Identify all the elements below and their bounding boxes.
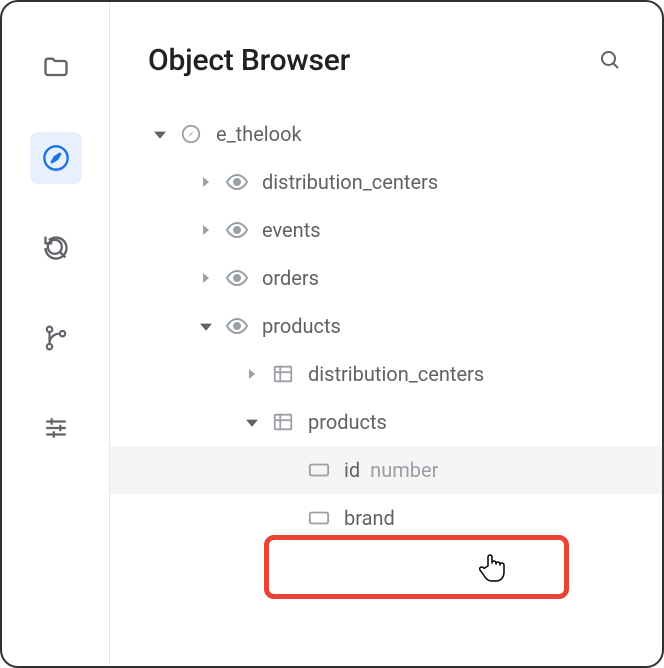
compass-icon [42, 144, 70, 172]
eye-icon [224, 266, 250, 290]
arrow-right-icon [198, 176, 214, 188]
side-rail [2, 2, 110, 666]
eye-icon [224, 170, 250, 194]
tree-node-view[interactable]: products [110, 302, 662, 350]
tree-node-table[interactable]: distribution_centers [110, 350, 662, 398]
history-icon [42, 234, 70, 262]
arrow-right-icon [198, 272, 214, 284]
search-button[interactable] [592, 42, 628, 78]
folder-icon [42, 54, 70, 82]
eye-icon [224, 314, 250, 338]
table-icon [270, 411, 296, 433]
main-panel: Object Browser e_thelook [110, 2, 662, 666]
tree-node-table[interactable]: products [110, 398, 662, 446]
compass-item-icon [178, 123, 204, 145]
arrow-down-icon [152, 128, 168, 140]
app-frame: Object Browser e_thelook [0, 0, 664, 668]
node-label: orders [262, 266, 319, 290]
tree-node-root[interactable]: e_thelook [110, 110, 662, 158]
panel-header: Object Browser [110, 2, 662, 90]
field-type: number [370, 458, 438, 482]
field-label: brand [344, 506, 395, 530]
tree-node-view[interactable]: orders [110, 254, 662, 302]
arrow-right-icon [244, 368, 260, 380]
rail-history[interactable] [30, 222, 82, 274]
rail-sliders[interactable] [30, 402, 82, 454]
tree-node-field-id[interactable]: id number [110, 446, 662, 494]
field-icon [306, 510, 332, 526]
tree-node-view[interactable]: distribution_centers [110, 158, 662, 206]
tree-node-view[interactable]: events [110, 206, 662, 254]
branch-icon [43, 325, 69, 351]
node-label: events [262, 218, 321, 242]
rail-folder[interactable] [30, 42, 82, 94]
node-label: e_thelook [216, 122, 302, 146]
field-label: id [344, 458, 360, 482]
search-icon [598, 48, 622, 72]
node-label: products [262, 314, 341, 338]
arrow-right-icon [198, 224, 214, 236]
eye-icon [224, 218, 250, 242]
node-label: distribution_centers [308, 362, 484, 386]
rail-compass[interactable] [30, 132, 82, 184]
node-label: distribution_centers [262, 170, 438, 194]
sliders-icon [43, 415, 69, 441]
panel-title: Object Browser [148, 43, 592, 78]
arrow-down-icon [244, 416, 260, 428]
node-label: products [308, 410, 387, 434]
field-icon [306, 462, 332, 478]
table-icon [270, 363, 296, 385]
arrow-down-icon [198, 320, 214, 332]
object-tree: e_thelook distribution_centers [110, 90, 662, 666]
rail-branch[interactable] [30, 312, 82, 364]
tree-node-field[interactable]: brand [110, 494, 662, 542]
